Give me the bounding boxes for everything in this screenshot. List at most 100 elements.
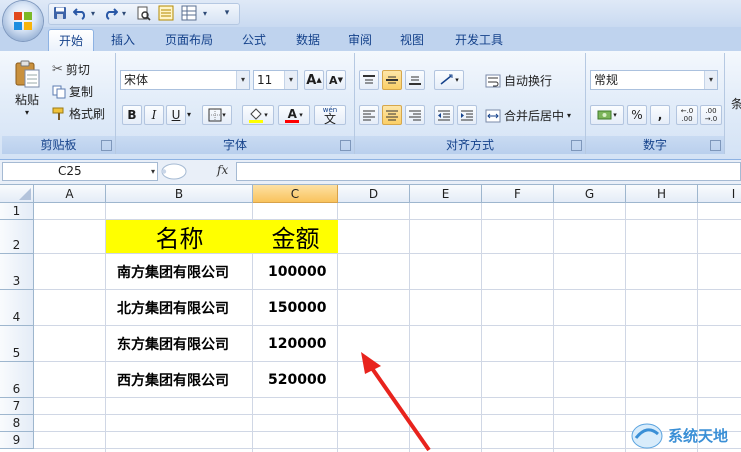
column-header-i[interactable]: I	[698, 185, 741, 203]
align-center-button[interactable]	[382, 105, 402, 125]
font-name-select[interactable]: 宋体 ▾	[120, 70, 250, 90]
align-top-button[interactable]	[359, 70, 379, 90]
undo-dropdown-icon[interactable]: ▾	[89, 4, 97, 22]
redo-dropdown-icon[interactable]: ▾	[120, 4, 128, 22]
redo-icon[interactable]	[103, 4, 119, 22]
row-header-2[interactable]: 2	[0, 220, 34, 254]
font-size-dropdown-icon[interactable]: ▾	[284, 71, 297, 89]
cell-c4[interactable]: 150000	[253, 290, 337, 325]
cut-button[interactable]: ✂ 剪切	[52, 61, 90, 78]
cell-c2[interactable]: 金额	[253, 220, 338, 253]
column-header-f[interactable]: F	[482, 185, 554, 203]
fill-color-button[interactable]: ▾	[242, 105, 274, 125]
paste-button[interactable]: 粘贴 ▾	[9, 59, 45, 117]
row-header-4[interactable]: 4	[0, 290, 34, 326]
conditional-format-button[interactable]: 条	[731, 95, 741, 112]
font-color-dropdown-icon[interactable]: ▾	[299, 111, 303, 119]
tab-page-layout[interactable]: 页面布局	[156, 29, 222, 51]
tab-home[interactable]: 开始	[48, 29, 94, 52]
cell-b3[interactable]: 南方集团有限公司	[106, 254, 252, 289]
merge-center-button[interactable]: 合并后居中 ▾	[485, 107, 571, 124]
row-header-1[interactable]: 1	[0, 203, 34, 220]
cell-b6[interactable]: 西方集团有限公司	[106, 362, 252, 397]
row-header-7[interactable]: 7	[0, 398, 34, 415]
tab-developer[interactable]: 开发工具	[446, 29, 512, 51]
font-name-dropdown-icon[interactable]: ▾	[236, 71, 249, 89]
select-all-corner[interactable]	[0, 185, 34, 203]
grow-font-button[interactable]: A ▲	[304, 70, 324, 90]
office-button[interactable]	[3, 1, 43, 41]
column-header-e[interactable]: E	[410, 185, 482, 203]
alignment-dialog-launcher[interactable]	[571, 140, 582, 151]
row-header-8[interactable]: 8	[0, 415, 34, 432]
align-right-button[interactable]	[405, 105, 425, 125]
copy-button[interactable]: 复制	[52, 83, 93, 100]
align-bottom-button[interactable]	[405, 70, 425, 90]
orientation-dropdown-icon[interactable]: ▾	[455, 76, 459, 84]
customize-quick-access-icon[interactable]: ▾	[222, 4, 232, 22]
cell-b5[interactable]: 东方集团有限公司	[106, 326, 252, 361]
borders-button[interactable]: ▾	[202, 105, 232, 125]
row-header-9[interactable]: 9	[0, 432, 34, 449]
table-icon[interactable]	[180, 4, 198, 22]
tab-insert[interactable]: 插入	[101, 29, 145, 51]
increase-indent-button[interactable]	[457, 105, 477, 125]
name-box[interactable]: C25 ▾	[2, 162, 158, 181]
borders-dropdown-icon[interactable]: ▾	[222, 111, 226, 119]
wrap-text-button[interactable]: 自动换行	[485, 72, 552, 89]
font-size-select[interactable]: 11 ▾	[253, 70, 298, 90]
column-header-a[interactable]: A	[34, 185, 106, 203]
bold-button[interactable]: B	[122, 105, 142, 125]
cell-c6[interactable]: 520000	[253, 362, 337, 397]
tab-data[interactable]: 数据	[286, 29, 330, 51]
undo-icon[interactable]	[72, 4, 88, 22]
decrease-decimal-button[interactable]: .00 →.0	[700, 105, 722, 125]
orientation-button[interactable]: ▾	[434, 70, 464, 90]
form-icon[interactable]	[157, 4, 175, 22]
column-header-b[interactable]: B	[106, 185, 253, 203]
accounting-format-button[interactable]: ▾	[590, 105, 624, 125]
decrease-indent-button[interactable]	[434, 105, 454, 125]
print-preview-icon[interactable]	[136, 4, 152, 22]
insert-function-icon[interactable]: fx	[217, 163, 228, 177]
underline-button[interactable]: U	[166, 105, 186, 125]
number-format-dropdown-icon[interactable]: ▾	[704, 71, 717, 89]
name-box-dropdown-icon[interactable]: ▾	[151, 163, 155, 180]
row-header-3[interactable]: 3	[0, 254, 34, 290]
tab-formulas[interactable]: 公式	[232, 29, 276, 51]
comma-button[interactable]: ,	[650, 105, 670, 125]
cell-c3[interactable]: 100000	[253, 254, 337, 289]
clipboard-dialog-launcher[interactable]	[101, 140, 112, 151]
number-dialog-launcher[interactable]	[710, 140, 721, 151]
column-header-d[interactable]: D	[338, 185, 410, 203]
cell-b2[interactable]: 名称	[106, 220, 253, 253]
column-header-h[interactable]: H	[626, 185, 698, 203]
font-color-button[interactable]: A ▾	[278, 105, 310, 125]
paste-dropdown-icon[interactable]: ▾	[25, 109, 29, 117]
align-middle-button[interactable]	[382, 70, 402, 90]
column-header-c[interactable]: C	[253, 185, 338, 203]
format-painter-button[interactable]: 格式刷	[52, 105, 105, 122]
column-header-g[interactable]: G	[554, 185, 626, 203]
save-icon[interactable]	[52, 4, 68, 22]
number-format-select[interactable]: 常规 ▾	[590, 70, 718, 90]
row-header-5[interactable]: 5	[0, 326, 34, 362]
align-left-button[interactable]	[359, 105, 379, 125]
tab-review[interactable]: 审阅	[338, 29, 382, 51]
underline-dropdown-icon[interactable]: ▾	[187, 110, 191, 119]
italic-button[interactable]: I	[144, 105, 164, 125]
percent-button[interactable]: %	[627, 105, 647, 125]
cell-b4[interactable]: 北方集团有限公司	[106, 290, 252, 325]
phonetic-button[interactable]: wén 文	[314, 105, 346, 125]
cell-c5[interactable]: 120000	[253, 326, 337, 361]
row-header-6[interactable]: 6	[0, 362, 34, 398]
font-dialog-launcher[interactable]	[340, 140, 351, 151]
fill-color-dropdown-icon[interactable]: ▾	[264, 111, 268, 119]
formula-input[interactable]	[236, 162, 741, 181]
shrink-font-button[interactable]: A ▼	[326, 70, 346, 90]
tab-view[interactable]: 视图	[390, 29, 434, 51]
accounting-dropdown-icon[interactable]: ▾	[613, 111, 617, 119]
increase-decimal-button[interactable]: ←.0 .00	[676, 105, 698, 125]
merge-dropdown-icon[interactable]: ▾	[567, 111, 571, 120]
table-dropdown-icon[interactable]: ▾	[201, 4, 209, 22]
